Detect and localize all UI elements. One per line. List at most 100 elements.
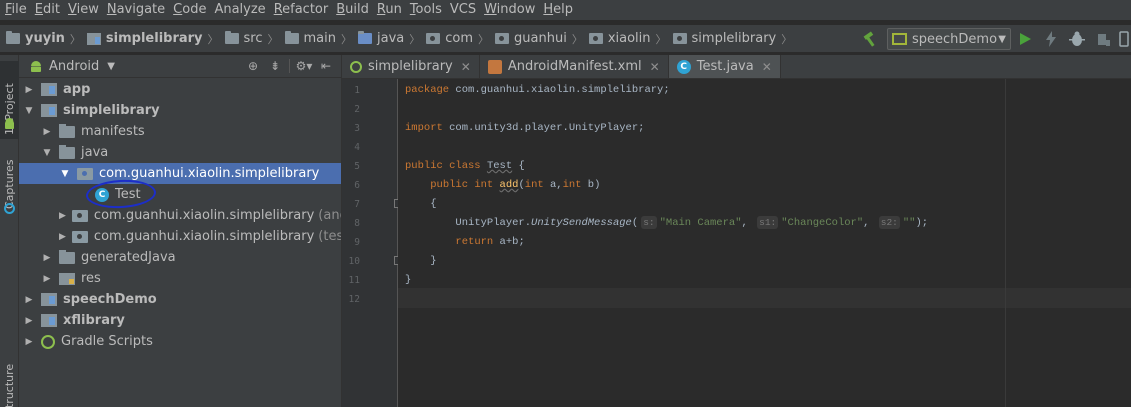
expand-arrow-icon[interactable]: ▶	[23, 337, 35, 347]
menu-item-refactor[interactable]: Refactor	[273, 0, 336, 20]
expand-arrow-icon[interactable]: ▶	[23, 295, 35, 305]
tree-item-label: com.guanhui.xiaolin.simplelibrary	[99, 166, 320, 181]
collapse-arrow-icon[interactable]: ▼	[59, 169, 71, 179]
close-icon[interactable]: ✕	[461, 60, 471, 74]
menu-item-analyze[interactable]: Analyze	[213, 0, 272, 20]
collapse-arrow-icon[interactable]: ▼	[23, 106, 35, 116]
tree-item-generatedjava[interactable]: ▶ generatedJava	[19, 247, 341, 268]
chevron-down-icon: ▼	[998, 33, 1006, 45]
tree-item-test-class[interactable]: C Test	[19, 184, 341, 205]
menu-item-build[interactable]: Build	[335, 0, 376, 20]
run-button[interactable]	[1013, 27, 1037, 51]
breadcrumb-item-guanhui[interactable]: guanhui 〉	[495, 31, 589, 47]
folder-icon	[358, 31, 372, 44]
tree-item-app[interactable]: ▶ app	[19, 79, 341, 100]
breadcrumb-item-java[interactable]: java 〉	[358, 31, 426, 47]
class-icon: C	[676, 59, 691, 74]
collapse-all-button[interactable]: ⇟	[264, 57, 286, 75]
tree-item-suffix: (test)	[318, 229, 341, 244]
line-number: 1	[354, 85, 360, 96]
tree-item-res[interactable]: ▶ res	[19, 268, 341, 289]
package-icon	[71, 209, 88, 222]
menu-item-run[interactable]: Run	[376, 0, 409, 20]
tree-item-package-main[interactable]: ▼ com.guanhui.xiaolin.simplelibrary	[19, 163, 341, 184]
folder-icon	[59, 249, 75, 264]
close-icon[interactable]: ✕	[650, 60, 660, 74]
folder-icon	[59, 123, 75, 138]
avd-manager-button[interactable]	[1117, 27, 1131, 51]
menu-item-navigate[interactable]: Navigate	[106, 0, 172, 20]
expand-arrow-icon[interactable]: ▶	[41, 253, 53, 263]
left-tool-window-strip: 1: Project Captures Structure	[0, 55, 19, 407]
tab-test-java[interactable]: C Test.java ✕	[668, 55, 781, 78]
tree-item-xflibrary[interactable]: ▶ xflibrary	[19, 310, 341, 331]
line-number: 8	[354, 218, 360, 229]
tool-tab-structure[interactable]: Structure	[0, 355, 19, 407]
line-number: 3	[354, 123, 360, 134]
tool-tab-captures[interactable]: Captures	[0, 147, 19, 209]
editor-tab-bar: simplelibrary ✕ AndroidManifest.xml ✕ C …	[341, 55, 1131, 79]
package-icon	[71, 230, 88, 243]
gradle-icon	[41, 334, 55, 349]
project-tree: ▶ app ▼ simplelibrary ▶ manifests ▼ java ▼ co…	[19, 78, 341, 407]
package-icon	[77, 167, 93, 180]
attach-debugger-button[interactable]	[1091, 27, 1115, 51]
code-line-5: public class Test {	[405, 160, 525, 172]
tab-label: simplelibrary	[368, 59, 453, 74]
module-icon	[41, 104, 57, 117]
hide-panel-button[interactable]: ⇤	[315, 57, 337, 75]
line-number: 11	[348, 275, 360, 286]
expand-arrow-icon[interactable]: ▶	[59, 211, 66, 221]
folder-icon	[59, 144, 75, 159]
menu-item-edit[interactable]: Edit	[34, 0, 67, 20]
breadcrumb-item-yuyin[interactable]: yuyin 〉	[6, 31, 87, 47]
expand-arrow-icon[interactable]: ▶	[23, 85, 35, 95]
breadcrumb-item-src[interactable]: src 〉	[224, 31, 285, 47]
breadcrumb-item-simplelibrary-package[interactable]: simplelibrary 〉	[672, 31, 799, 47]
breadcrumb-item-com[interactable]: com 〉	[426, 31, 495, 47]
menu-item-help[interactable]: Help	[542, 0, 580, 20]
tree-item-package-test[interactable]: ▶ com.guanhui.xiaolin.simplelibrary(test)	[19, 226, 341, 247]
settings-button[interactable]: ⚙▾	[293, 57, 315, 75]
menu-item-vcs[interactable]: VCS	[449, 0, 483, 20]
tree-item-simplelibrary[interactable]: ▼ simplelibrary	[19, 100, 341, 121]
tree-item-manifests[interactable]: ▶ manifests	[19, 121, 341, 142]
device-icon	[1119, 31, 1129, 47]
breadcrumb-item-simplelibrary-module[interactable]: simplelibrary 〉	[86, 31, 225, 47]
expand-arrow-icon[interactable]: ▶	[59, 232, 66, 242]
breadcrumb-item-xiaolin[interactable]: xiaolin 〉	[588, 31, 673, 47]
breadcrumb-item-main[interactable]: main 〉	[284, 31, 358, 47]
expand-arrow-icon[interactable]: ▶	[23, 316, 35, 326]
tab-androidmanifest[interactable]: AndroidManifest.xml ✕	[480, 55, 669, 78]
tree-item-speechdemo[interactable]: ▶ speechDemo	[19, 289, 341, 310]
manifest-file-icon	[487, 59, 502, 74]
collapse-arrow-icon[interactable]: ▼	[41, 148, 53, 158]
hide-icon: ⇤	[320, 59, 332, 73]
line-number: 4	[354, 142, 360, 153]
menu-item-window[interactable]: Window	[483, 0, 542, 20]
tree-item-java[interactable]: ▼ java	[19, 142, 341, 163]
menu-item-code[interactable]: Code	[172, 0, 213, 20]
menu-item-view[interactable]: View	[67, 0, 106, 20]
make-project-button[interactable]	[861, 30, 879, 48]
apply-changes-button[interactable]	[1039, 27, 1063, 51]
chevron-down-icon[interactable]: ▼	[107, 61, 115, 72]
menu-item-file[interactable]: File	[4, 0, 34, 20]
expand-arrow-icon[interactable]: ▶	[41, 274, 53, 284]
attach-debugger-icon	[1098, 34, 1110, 46]
project-view-select[interactable]: Android	[49, 59, 99, 74]
debug-button[interactable]	[1065, 27, 1089, 51]
close-icon[interactable]: ✕	[762, 60, 772, 74]
folder-icon	[284, 31, 299, 44]
tree-item-gradle-scripts[interactable]: ▶ Gradle Scripts	[19, 331, 341, 352]
parameter-hint: s:	[641, 216, 657, 229]
tab-simplelibrary[interactable]: simplelibrary ✕	[342, 55, 480, 78]
project-panel-header: Android ▼ ⊕ ⇟ ⚙▾ ⇤	[19, 55, 341, 78]
tree-item-suffix: (android	[318, 208, 341, 223]
scroll-from-source-button[interactable]: ⊕	[242, 57, 264, 75]
gradle-icon	[350, 60, 362, 73]
run-configuration-select[interactable]: speechDemo ▼	[887, 28, 1011, 50]
tree-item-package-androidtest[interactable]: ▶ com.guanhui.xiaolin.simplelibrary(andro…	[19, 205, 341, 226]
menu-item-tools[interactable]: Tools	[409, 0, 449, 20]
expand-arrow-icon[interactable]: ▶	[41, 127, 53, 137]
